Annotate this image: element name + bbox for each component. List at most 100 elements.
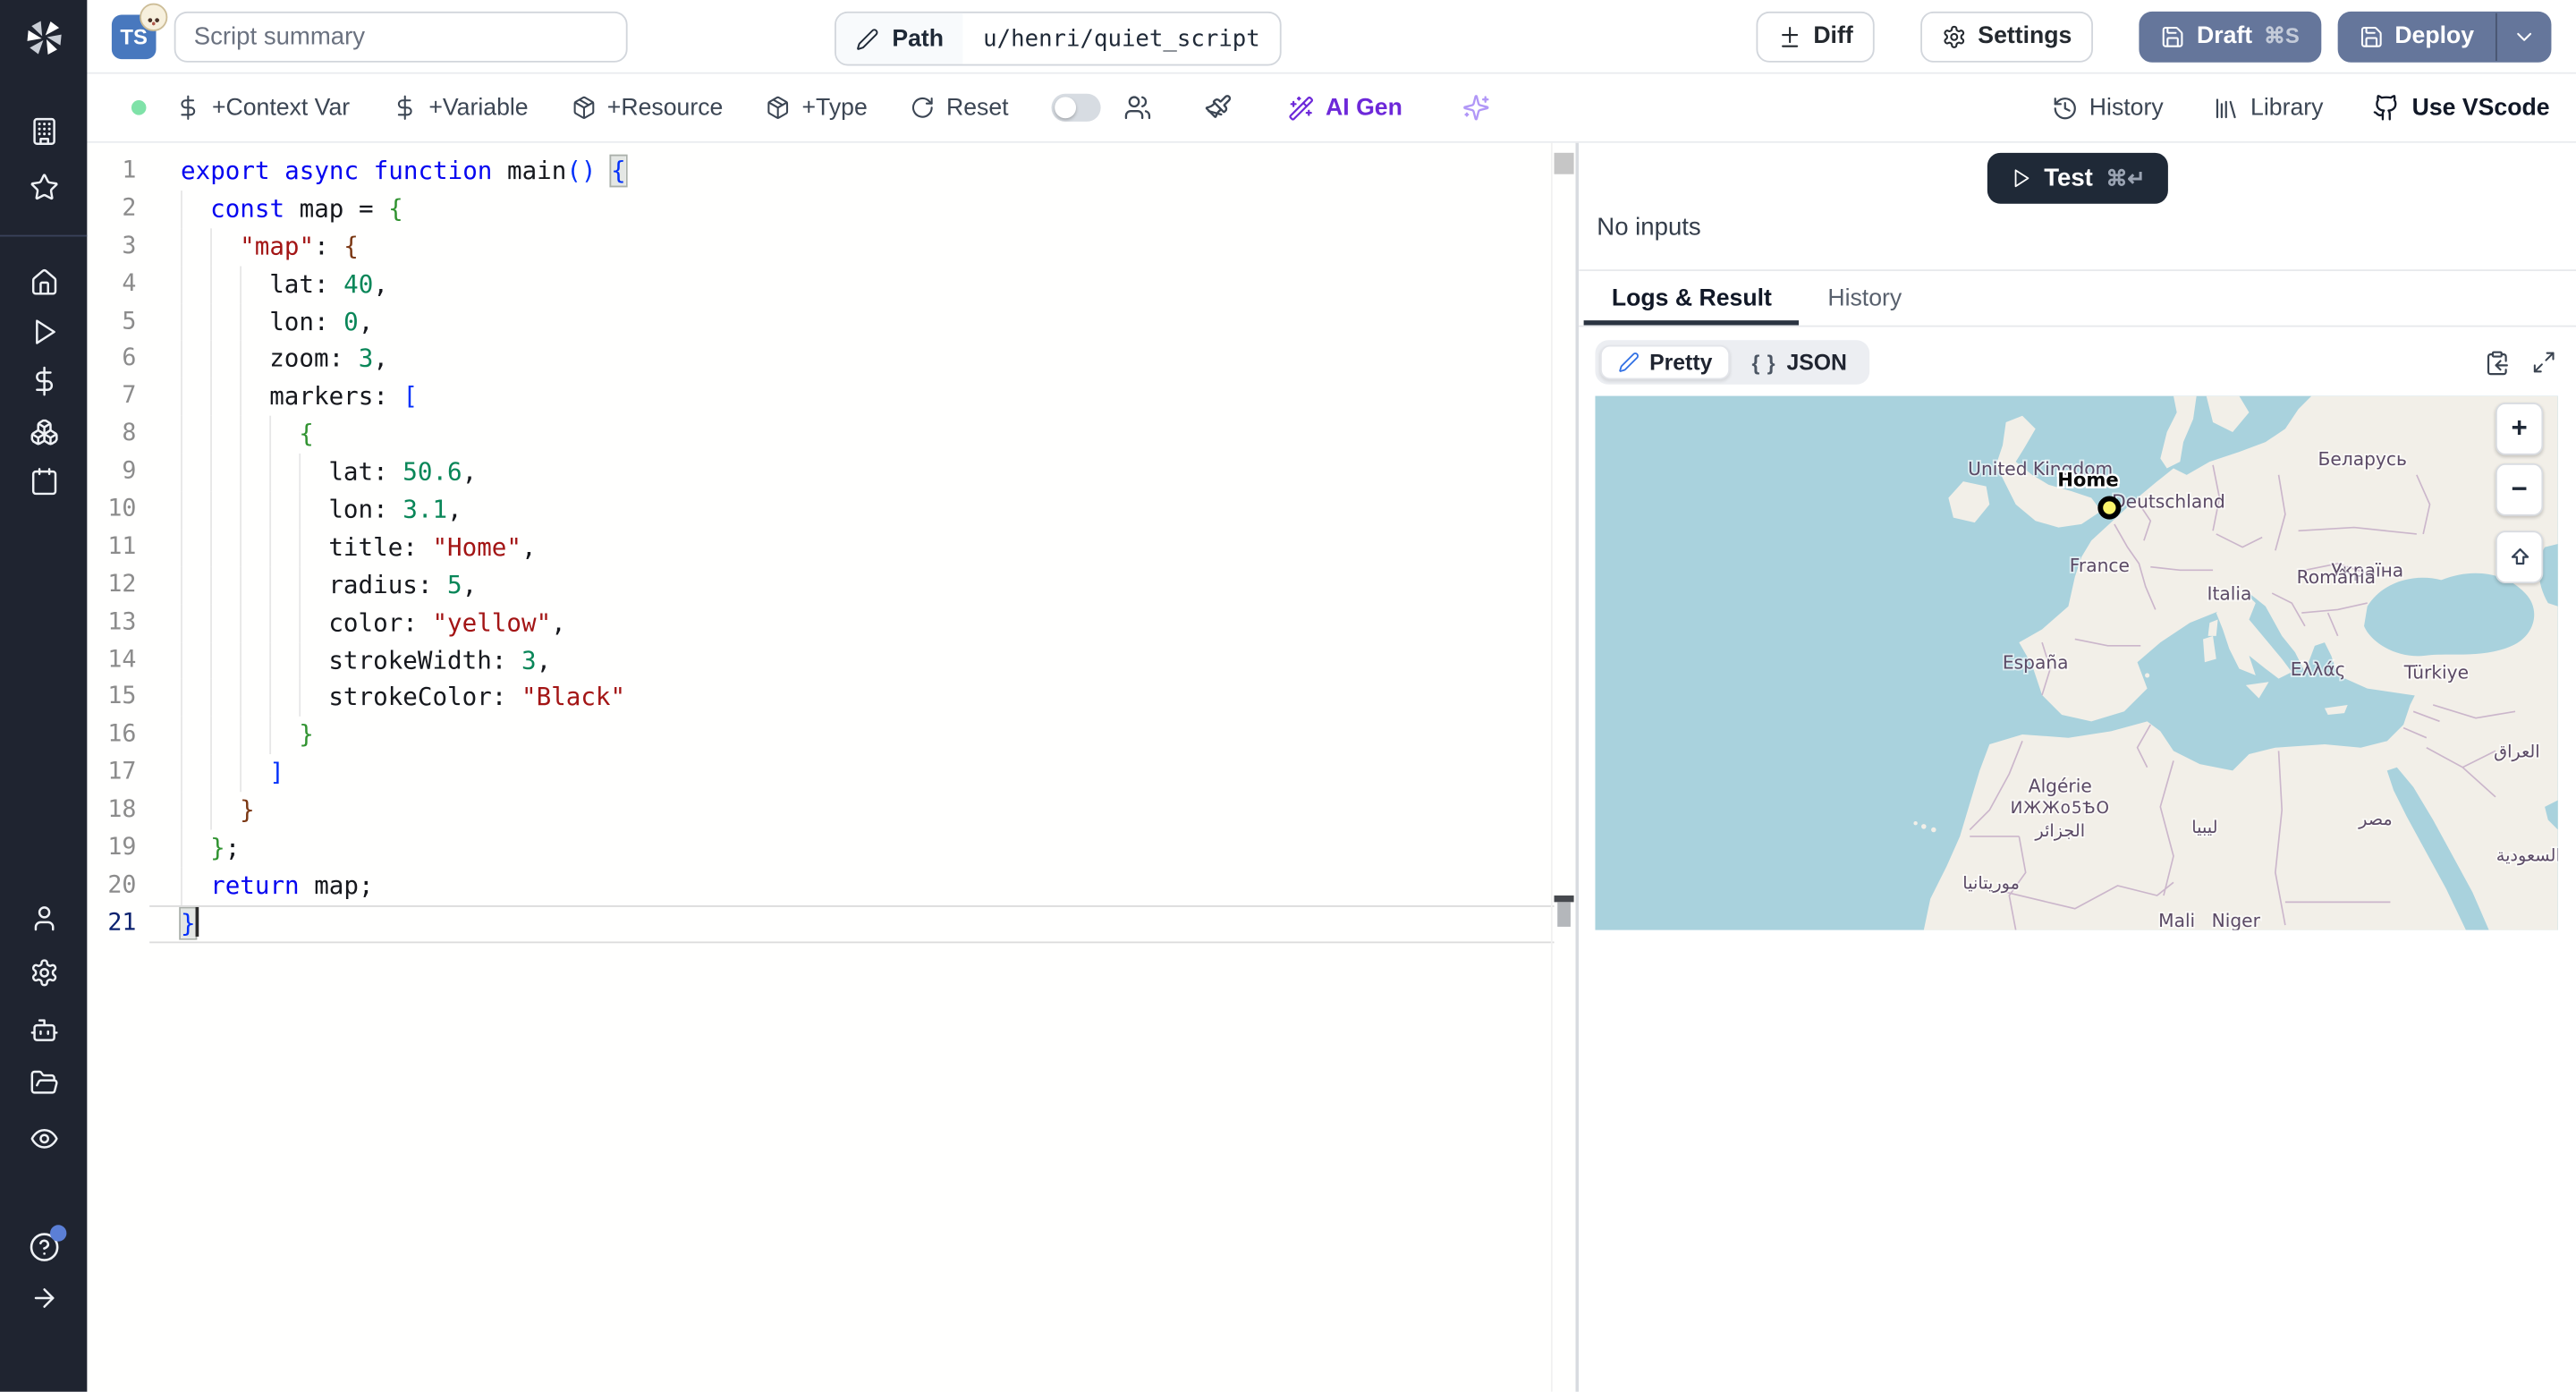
library-button[interactable]: Library	[2213, 95, 2323, 121]
folder-open-icon[interactable]	[29, 1068, 58, 1098]
code-line[interactable]: 9 lat: 50.6,	[87, 454, 1551, 492]
home-icon[interactable]	[29, 267, 58, 297]
map-recenter-button[interactable]	[2495, 530, 2544, 584]
deploy-button[interactable]: Deploy	[2337, 10, 2552, 62]
map-zoom-in-button[interactable]: +	[2495, 402, 2544, 455]
play-icon	[2013, 169, 2029, 188]
test-label: Test	[2044, 164, 2093, 192]
code-line[interactable]: 8{	[87, 416, 1551, 454]
play-icon[interactable]	[29, 317, 58, 346]
chevron-down-icon[interactable]	[2512, 24, 2537, 49]
arrow-right-icon[interactable]	[29, 1283, 58, 1312]
gear-icon	[1944, 24, 1965, 47]
code-line[interactable]: 3 "map": {	[87, 227, 1551, 266]
code-line[interactable]: 16}	[87, 717, 1551, 755]
summary-input[interactable]	[174, 10, 628, 62]
add-resource-button[interactable]: +Resource	[571, 95, 723, 121]
result-map[interactable]: United Kingdom Беларусь Deutschland Україна…	[1595, 395, 2558, 930]
windmill-logo-icon[interactable]	[22, 16, 65, 59]
assistant-toggle[interactable]	[1051, 93, 1101, 122]
library-icon	[2216, 98, 2236, 118]
use-vscode-button[interactable]: Use VScode	[2373, 94, 2550, 122]
svg-text:الجزائر: الجزائر	[2034, 820, 2085, 841]
sidebar	[0, 0, 88, 1392]
map-marker[interactable]	[2097, 496, 2122, 520]
tab-logs-result[interactable]: Logs & Result	[1584, 271, 1801, 326]
bot-icon[interactable]	[29, 1015, 58, 1045]
boxes-icon[interactable]	[29, 418, 58, 447]
add-type-button[interactable]: +Type	[766, 95, 868, 121]
scrollbar-slider[interactable]	[1554, 152, 1574, 174]
svg-text:France: France	[2070, 555, 2130, 576]
history-icon	[2054, 97, 2076, 119]
code-line[interactable]: 11 title: "Home",	[87, 529, 1551, 567]
status-dot	[131, 100, 147, 115]
code-line[interactable]: 1 export async function main() {	[87, 153, 1551, 191]
draft-button[interactable]: Draft ⌘S	[2139, 10, 2321, 62]
code-line[interactable]: 14 strokeWidth: 3,	[87, 641, 1551, 680]
draft-label: Draft	[2196, 22, 2253, 50]
diff-button[interactable]: Diff	[1756, 10, 1875, 62]
language-badge: TS	[111, 2, 168, 59]
code-line[interactable]: 5 lon: 0,	[87, 302, 1551, 342]
vscode-cat-icon	[2373, 95, 2397, 121]
arrow-up-icon	[2510, 547, 2529, 565]
expand-result-button[interactable]	[2531, 350, 2556, 375]
building-icon[interactable]	[29, 116, 58, 146]
reset-button[interactable]: Reset	[911, 95, 1009, 121]
dollar-icon[interactable]	[29, 366, 58, 396]
code-line[interactable]: 13 color: "yellow",	[87, 604, 1551, 642]
code-line[interactable]: 4 lat: 40,	[87, 265, 1551, 303]
code-line[interactable]: 15 strokeColor: "Black"	[87, 679, 1551, 717]
content: 1 export async function main() {2 const ma…	[87, 142, 2576, 1392]
code-line[interactable]: 20 return map;	[87, 867, 1551, 905]
svg-text:Niger: Niger	[2212, 910, 2261, 930]
code-line[interactable]: 19};	[87, 829, 1551, 868]
path-editor[interactable]: Path u/henri/quiet_script	[835, 11, 1282, 66]
code-line[interactable]: 12 radius: 5,	[87, 566, 1551, 605]
result-tabs: Logs & Result History	[1579, 271, 2576, 327]
star-icon[interactable]	[29, 173, 58, 202]
svg-text:Ελλάς: Ελλάς	[2291, 658, 2346, 680]
help-icon[interactable]	[28, 1225, 66, 1263]
code-line[interactable]: 7 markers: [	[87, 378, 1551, 417]
view-pretty-button[interactable]: Pretty	[1599, 344, 1731, 380]
user-icon[interactable]	[29, 904, 58, 933]
eye-icon[interactable]	[29, 1124, 58, 1153]
test-button[interactable]: Test ⌘↵	[1986, 152, 2169, 204]
use-vscode-label: Use VScode	[2411, 94, 2550, 121]
save-icon	[2360, 26, 2382, 47]
tab-history[interactable]: History	[1800, 271, 1929, 326]
result-area: Pretty { } JSON United Kingdom Беларусь …	[1579, 327, 2576, 930]
code-line[interactable]: 18}	[87, 792, 1551, 830]
history-button[interactable]: History	[2052, 95, 2164, 121]
deploy-split-divider	[2495, 12, 2497, 61]
settings-label: Settings	[1978, 22, 2072, 50]
editor-toolbar: +Context Var +Variable +Resource +Type R…	[87, 73, 2576, 143]
path-value: u/henri/quiet_script	[983, 25, 1260, 52]
code-line[interactable]: 21}	[87, 904, 1555, 943]
svg-text:مصر: مصر	[2358, 809, 2393, 829]
add-variable-label: +Variable	[428, 94, 529, 121]
sparkles-button[interactable]	[1462, 94, 1489, 122]
code-editor[interactable]: 1 export async function main() {2 const ma…	[87, 142, 1576, 1392]
add-variable-button[interactable]: +Variable	[393, 95, 529, 121]
calendar-icon[interactable]	[29, 467, 58, 497]
code-line[interactable]: 10 lon: 3.1,	[87, 491, 1551, 530]
format-button[interactable]	[1204, 94, 1232, 122]
copy-result-button[interactable]	[2484, 349, 2510, 375]
code-line[interactable]: 2 const map = {	[87, 190, 1551, 228]
editor-scrollbar[interactable]	[1550, 142, 1576, 1392]
view-json-button[interactable]: { } JSON	[1733, 345, 1865, 380]
settings-button[interactable]: Settings	[1920, 10, 2094, 62]
code-line[interactable]: 17]	[87, 754, 1551, 793]
multiplayer-button[interactable]	[1123, 94, 1151, 122]
code-line[interactable]: 6 zoom: 3,	[87, 341, 1551, 379]
ai-gen-button[interactable]: AI Gen	[1288, 95, 1402, 121]
maximize-icon	[2533, 352, 2555, 373]
pen-icon	[1619, 352, 1639, 372]
gear-icon[interactable]	[29, 958, 58, 988]
add-context-var-button[interactable]: +Context Var	[176, 95, 350, 121]
map-zoom-out-button[interactable]: −	[2495, 463, 2544, 516]
toggle-knob	[1054, 97, 1076, 119]
